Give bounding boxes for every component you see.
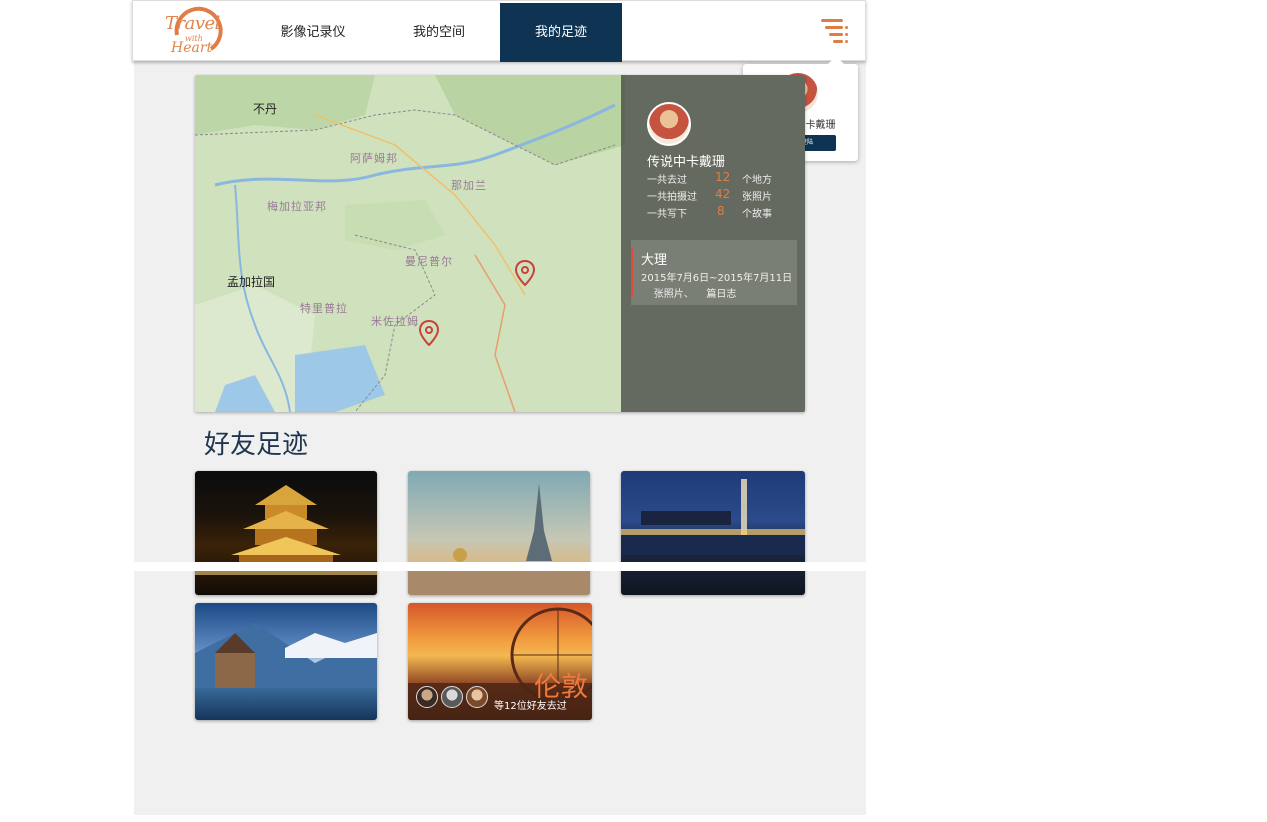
stories-count: 8 [717,204,725,218]
footprint-map[interactable]: 不丹 阿萨姆邦 梅加拉亚邦 那加兰 曼尼普尔 孟加拉国 特里普拉 米佐拉姆 传说… [195,75,805,412]
featured-friends-count: 等12位好友去过 [494,701,567,712]
friend-photo-card[interactable] [621,471,805,595]
avatar[interactable] [441,686,463,708]
trip-card-accent [631,248,633,298]
lake-castle-photo [195,623,377,688]
friends-section-title: 好友足迹 [204,430,309,460]
nav-tab-my-footprints[interactable]: 我的足迹 [500,3,622,62]
photos-count: 42 [715,187,731,201]
friend-photo-card[interactable] [195,471,377,595]
photos-label: 一共拍摄过 [647,192,697,203]
map-label-manipur: 曼尼普尔 [405,255,453,268]
friend-photo-card[interactable] [195,603,377,720]
map-pin-icon[interactable] [419,320,439,346]
visited-label: 一共去过 [647,175,687,186]
avatar[interactable] [466,686,488,708]
trip-stats: 张照片、 篇日志 [641,289,737,300]
map-label-mizoram: 米佐拉姆 [371,315,419,328]
nav-tab-video-recorder[interactable]: 影像记录仪 [268,3,358,62]
pagoda-photo [195,485,377,575]
visited-unit: 个地方 [742,175,772,186]
friend-photo-card-featured[interactable]: 伦敦 等12位好友去过 [408,603,592,720]
logo-word-heart: Heart [171,40,213,56]
friend-photo-card[interactable] [408,471,590,595]
stories-unit: 个故事 [742,209,772,220]
eiffel-photo [408,483,590,595]
night-bridge-photo [621,479,805,555]
photos-unit: 张照片 [742,192,772,203]
map-label-nagaland: 那加兰 [451,179,487,192]
trip-title: 大理 [641,253,668,268]
map-label-bhutan: 不丹 [253,102,278,116]
map-pin-icon[interactable] [515,260,535,286]
map-label-meghalaya: 梅加拉亚邦 [267,200,327,213]
nav-tab-my-space[interactable]: 我的空间 [395,3,483,62]
stories-label: 一共写下 [647,209,687,220]
trip-dates: 2015年7月6日~2015年7月11日 [641,273,793,284]
map-label-bangladesh: 孟加拉国 [227,275,276,289]
avatar[interactable] [647,102,691,146]
top-navbar: Travel with Heart 影像记录仪 我的空间 我的足迹 [132,0,866,62]
visited-count: 12 [715,170,731,184]
travel-with-heart-logo[interactable]: Travel with Heart [163,5,223,57]
menu-lines-icon[interactable] [821,17,849,45]
divider-band [134,562,866,571]
map-label-assam: 阿萨姆邦 [350,152,398,165]
trip-card[interactable]: 大理 2015年7月6日~2015年7月11日 张照片、 篇日志 [631,240,797,305]
overlay-user-name: 传说中卡戴珊 [647,155,726,170]
map-label-tripura: 特里普拉 [300,302,348,315]
logo-word-travel: Travel [165,13,220,34]
avatar[interactable] [416,686,438,708]
